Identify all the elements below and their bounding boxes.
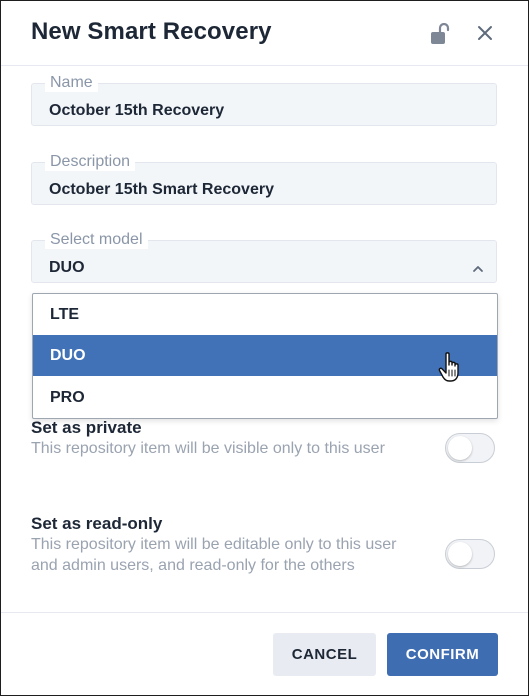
private-toggle-description: This repository item will be visible onl…: [31, 440, 385, 457]
name-field[interactable]: Name October 15th Recovery: [31, 74, 497, 126]
private-toggle[interactable]: [445, 433, 495, 463]
dialog-header: New Smart Recovery: [1, 1, 528, 66]
model-select-value[interactable]: DUO: [49, 258, 85, 278]
chevron-up-icon[interactable]: [472, 260, 484, 272]
dialog-title: New Smart Recovery: [31, 18, 272, 45]
close-icon[interactable]: [475, 23, 495, 43]
model-option-lte[interactable]: LTE: [33, 294, 497, 335]
model-select-label: Select model: [45, 231, 148, 249]
model-option-label: PRO: [50, 389, 85, 406]
readonly-toggle-description: This repository item will be editable on…: [31, 536, 397, 574]
description-field-label: Description: [45, 153, 136, 171]
dialog-footer: CANCEL CONFIRM: [1, 612, 528, 696]
toggle-knob: [448, 436, 472, 460]
model-dropdown-list: LTE DUO PRO: [32, 293, 498, 419]
toggle-knob: [448, 542, 472, 566]
readonly-toggle-title: Set as read-only: [31, 514, 163, 533]
model-option-label: DUO: [50, 347, 86, 364]
name-field-label: Name: [45, 74, 98, 92]
cancel-button[interactable]: CANCEL: [273, 633, 376, 676]
description-field-value[interactable]: October 15th Smart Recovery: [49, 180, 274, 200]
model-select[interactable]: Select model DUO: [31, 231, 497, 283]
new-smart-recovery-dialog: New Smart Recovery Name October 15th Rec…: [0, 0, 529, 696]
name-field-value[interactable]: October 15th Recovery: [49, 101, 224, 121]
hand-pointer-icon: [437, 351, 463, 383]
readonly-toggle[interactable]: [445, 539, 495, 569]
model-option-pro[interactable]: PRO: [33, 377, 497, 418]
confirm-button[interactable]: CONFIRM: [387, 633, 498, 676]
private-toggle-title: Set as private: [31, 418, 142, 437]
model-option-label: LTE: [50, 306, 80, 323]
description-field[interactable]: Description October 15th Smart Recovery: [31, 153, 497, 205]
model-option-duo[interactable]: DUO: [33, 335, 497, 376]
unlocked-padlock-icon[interactable]: [429, 22, 453, 45]
